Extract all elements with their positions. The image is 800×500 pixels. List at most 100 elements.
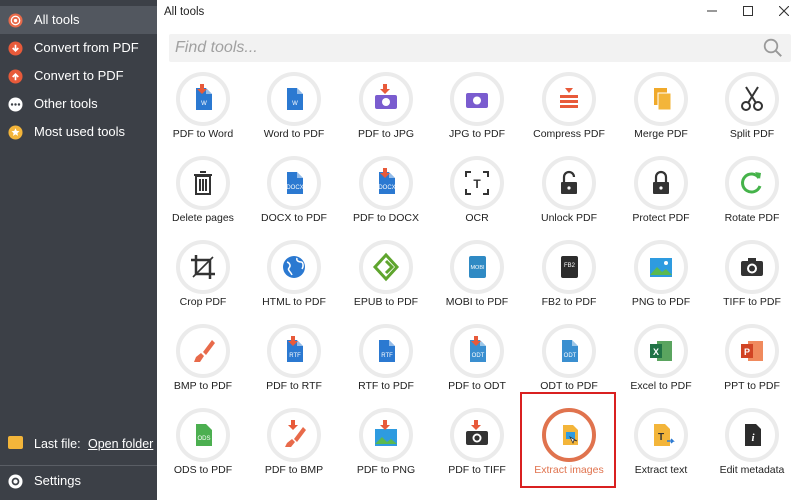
tool-pdf-to-word[interactable]: W PDF to Word — [157, 72, 249, 154]
last-file-label: Last file: — [34, 437, 81, 451]
tool-icon-circle — [634, 72, 688, 126]
svg-text:RTF: RTF — [289, 353, 301, 359]
tool-docx-to-pdf[interactable]: DOCX DOCX to PDF — [248, 156, 340, 238]
tool-unlock-pdf[interactable]: Unlock PDF — [523, 156, 615, 238]
pdf-to-odt-icon: ODT — [470, 336, 486, 362]
tool-html-to-pdf[interactable]: HTML to PDF — [248, 240, 340, 322]
tool-split-pdf[interactable]: Split PDF — [706, 72, 798, 154]
tool-compress-pdf[interactable]: Compress PDF — [523, 72, 615, 154]
open-folder-link[interactable]: Open folder — [88, 437, 153, 451]
metadata-icon: i — [745, 424, 761, 446]
tool-mobi-to-pdf[interactable]: MOBI MOBI to PDF — [431, 240, 523, 322]
tool-ods-to-pdf[interactable]: ODS ODS to PDF — [157, 408, 249, 490]
tool-icon-circle — [359, 240, 413, 294]
maximize-icon — [743, 6, 753, 16]
search-icon[interactable] — [763, 38, 783, 58]
tool-png-to-pdf[interactable]: PNG to PDF — [615, 240, 707, 322]
tool-epub-to-pdf[interactable]: EPUB to PDF — [340, 240, 432, 322]
tool-icon-circle: ODS — [176, 408, 230, 462]
scissors-icon — [741, 86, 763, 111]
sidebar-item-most-used-tools[interactable]: Most used tools — [0, 118, 157, 146]
tool-label: PNG to PDF — [631, 296, 691, 308]
tool-pdf-to-tiff[interactable]: PDF to TIFF — [431, 408, 523, 490]
more-icon — [8, 97, 23, 112]
folder-icon — [8, 436, 23, 449]
ocr-icon: T — [465, 171, 489, 195]
tool-label: FB2 to PDF — [541, 296, 597, 308]
tool-ocr[interactable]: T OCR — [431, 156, 523, 238]
svg-text:ODS: ODS — [197, 436, 210, 442]
tool-icon-circle: T — [634, 408, 688, 462]
tool-label: PDF to TIFF — [448, 464, 506, 476]
tool-crop-pdf[interactable]: Crop PDF — [157, 240, 249, 322]
tool-icon-circle — [267, 240, 321, 294]
ppt-icon: P — [741, 341, 763, 361]
merge-icon — [654, 88, 672, 111]
tool-rotate-pdf[interactable]: Rotate PDF — [706, 156, 798, 238]
minimize-button[interactable] — [697, 2, 727, 22]
tool-icon-circle: X — [634, 324, 688, 378]
sidebar-item-other-tools[interactable]: Other tools — [0, 90, 157, 118]
tool-pdf-to-jpg[interactable]: PDF to JPG — [340, 72, 432, 154]
tool-label: Crop PDF — [179, 296, 227, 308]
pdf-to-tiff-icon — [466, 420, 488, 445]
svg-text:ODT: ODT — [564, 353, 577, 359]
tool-pdf-to-png[interactable]: PDF to PNG — [340, 408, 432, 490]
tool-label: PDF to DOCX — [353, 212, 419, 224]
sidebar-item-settings[interactable]: Settings — [0, 467, 157, 495]
tool-merge-pdf[interactable]: Merge PDF — [615, 72, 707, 154]
svg-text:MOBI: MOBI — [470, 265, 485, 271]
sidebar-item-all-tools[interactable]: All tools — [0, 6, 157, 34]
png-icon — [650, 258, 672, 277]
sidebar-item-convert-from-pdf[interactable]: Convert from PDF — [0, 34, 157, 62]
tool-jpg-to-pdf[interactable]: JPG to PDF — [431, 72, 523, 154]
tool-edit-metadata[interactable]: i Edit metadata — [706, 408, 798, 490]
tool-icon-circle — [359, 408, 413, 462]
window-title: All tools — [164, 6, 205, 18]
tool-icon-circle — [542, 72, 596, 126]
selection-highlight — [520, 392, 616, 488]
tool-label: Split PDF — [729, 128, 775, 140]
tool-pdf-to-bmp[interactable]: PDF to BMP — [248, 408, 340, 490]
tool-tiff-to-pdf[interactable]: TIFF to PDF — [706, 240, 798, 322]
svg-text:W: W — [292, 101, 298, 107]
odt-to-pdf-icon: ODT — [562, 340, 578, 362]
sidebar-item-convert-to-pdf[interactable]: Convert to PDF — [0, 62, 157, 90]
sidebar-divider — [0, 465, 157, 466]
tool-rtf-to-pdf[interactable]: RTF RTF to PDF — [340, 324, 432, 406]
tool-excel-to-pdf[interactable]: X Excel to PDF — [615, 324, 707, 406]
epub-icon — [372, 252, 400, 282]
minimize-icon — [707, 10, 717, 12]
tool-label: MOBI to PDF — [445, 296, 509, 308]
tool-bmp-to-pdf[interactable]: BMP to PDF — [157, 324, 249, 406]
tool-word-to-pdf[interactable]: W Word to PDF — [248, 72, 340, 154]
tool-icon-circle: RTF — [267, 324, 321, 378]
tool-label: Excel to PDF — [630, 380, 692, 392]
maximize-button[interactable] — [733, 2, 763, 22]
extract-text-icon: T — [654, 424, 675, 446]
compress-icon — [560, 88, 578, 108]
jpg-to-pdf-icon — [466, 93, 488, 108]
pdf-to-docx-icon: DOCX — [378, 168, 396, 194]
tool-label: Extract text — [634, 464, 688, 476]
tool-icon-circle: P — [725, 324, 779, 378]
tool-label: OCR — [465, 212, 489, 224]
tool-label: PDF to Word — [172, 128, 234, 140]
tool-icon-circle — [725, 72, 779, 126]
tool-pdf-to-rtf[interactable]: RTF PDF to RTF — [248, 324, 340, 406]
tool-label: ODT to PDF — [540, 380, 598, 392]
tool-protect-pdf[interactable]: Protect PDF — [615, 156, 707, 238]
tool-delete-pages[interactable]: Delete pages — [157, 156, 249, 238]
sidebar: All tools Convert from PDF Convert to PD… — [0, 0, 157, 500]
search-input[interactable] — [175, 37, 755, 59]
tool-pdf-to-odt[interactable]: ODT PDF to ODT — [431, 324, 523, 406]
close-button[interactable] — [769, 2, 799, 22]
sidebar-item-label: Convert from PDF — [34, 40, 139, 55]
tool-ppt-to-pdf[interactable]: P PPT to PDF — [706, 324, 798, 406]
tool-pdf-to-docx[interactable]: DOCX PDF to DOCX — [340, 156, 432, 238]
tool-icon-circle: T — [450, 156, 504, 210]
svg-text:RTF: RTF — [381, 353, 393, 359]
tool-icon-circle — [634, 156, 688, 210]
tool-extract-text[interactable]: T Extract text — [615, 408, 707, 490]
tool-fb2-to-pdf[interactable]: FB2 FB2 to PDF — [523, 240, 615, 322]
